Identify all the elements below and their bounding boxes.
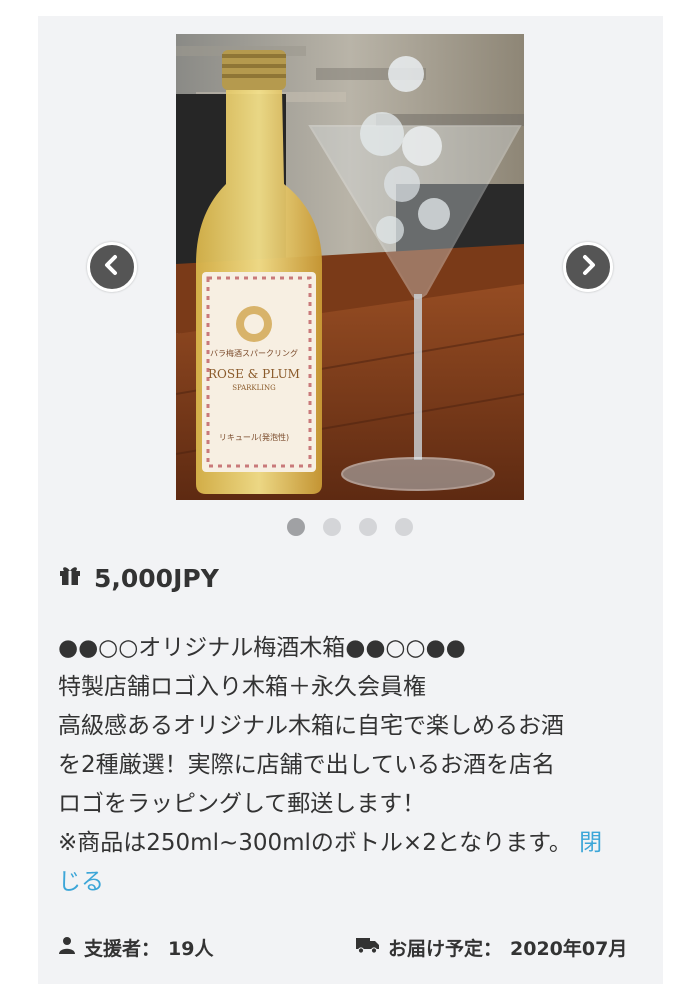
bottle-label-line1: バラ梅酒スパークリング — [210, 348, 298, 358]
carousel-indicators — [0, 518, 700, 536]
delivery-value: 2020年07月 — [510, 938, 628, 960]
bottle-label-line3: SPARKLING — [232, 384, 276, 392]
close-link-continued[interactable]: じる — [58, 869, 104, 895]
close-link[interactable]: 閉 — [579, 830, 602, 856]
chevron-right-icon — [577, 254, 599, 280]
reward-price: 5,000JPY — [58, 563, 219, 593]
price-value: 5,000JPY — [94, 563, 219, 593]
delivery-label: お届け予定： — [388, 938, 503, 960]
description-note: ※商品は250ml~300mlのボトル×2となります。 — [58, 830, 572, 856]
description-line-5: ロゴをラッピングして郵送します！ — [58, 791, 426, 817]
carousel-next-button[interactable] — [563, 242, 613, 292]
chevron-left-icon — [101, 254, 123, 280]
description-line-3: 高級感あるオリジナル木箱に自宅で楽しめるお酒 — [58, 713, 564, 739]
bottle-label-line2: ROSE & PLUM — [208, 367, 300, 381]
carousel-image: バラ梅酒スパークリング ROSE & PLUM SPARKLING リキュール(… — [176, 34, 524, 500]
delivery-date: お届け予定： 2020年07月 — [356, 934, 627, 961]
carousel-dot-4[interactable] — [395, 518, 413, 536]
carousel-dot-3[interactable] — [359, 518, 377, 536]
carousel-prev-button[interactable] — [87, 242, 137, 292]
description-line-2: 特製店舗ロゴ入り木箱＋永久会員権 — [58, 674, 426, 700]
backers-label: 支援者： — [84, 938, 161, 960]
backers-count: 支援者： 19人 — [58, 934, 213, 961]
user-icon — [58, 936, 76, 959]
carousel-dot-2[interactable] — [323, 518, 341, 536]
description-line-6: ※商品は250ml~300mlのボトル×2となります。 閉 — [58, 824, 648, 863]
carousel-dot-1[interactable] — [287, 518, 305, 536]
gift-icon — [58, 563, 82, 593]
bottle-label-line4: リキュール(発泡性) — [219, 432, 289, 442]
reward-description: ●●○○オリジナル梅酒木箱●●○○●● 特製店舗ロゴ入り木箱＋永久会員権 高級感… — [58, 629, 648, 902]
backers-value: 19人 — [168, 938, 214, 960]
truck-icon — [356, 936, 380, 959]
description-line-7: じる — [58, 863, 648, 902]
description-line-4: を2種厳選！実際に店舗で出しているお酒を店名 — [58, 752, 555, 778]
description-line-1: ●●○○オリジナル梅酒木箱●●○○●● — [58, 635, 466, 661]
